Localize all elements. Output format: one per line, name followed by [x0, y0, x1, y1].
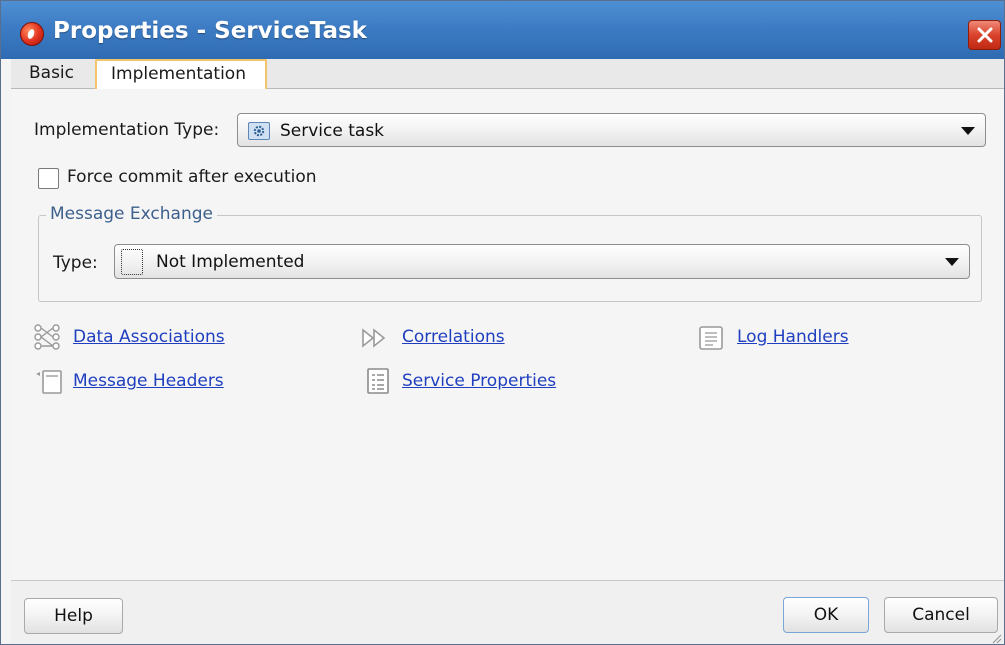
resize-grip-icon[interactable]	[990, 632, 1002, 644]
correlations-link[interactable]: Correlations	[402, 327, 505, 347]
dotted-box-icon	[121, 249, 143, 275]
log-handlers-icon	[699, 326, 723, 350]
log-handlers-link[interactable]: Log Handlers	[737, 327, 849, 347]
correlations-icon	[362, 328, 386, 348]
force-commit-label: Force commit after execution	[67, 167, 317, 187]
data-associations-link[interactable]: Data Associations	[73, 327, 225, 347]
data-associations-icon	[34, 324, 60, 350]
service-properties-icon	[367, 368, 389, 394]
app-icon	[20, 22, 44, 46]
message-type-select[interactable]: Not Implemented	[114, 244, 970, 279]
message-type-label: Type:	[53, 253, 98, 273]
window-title: Properties - ServiceTask	[53, 18, 367, 44]
service-properties-link[interactable]: Service Properties	[402, 371, 556, 391]
implementation-type-label: Implementation Type:	[34, 120, 220, 140]
help-button[interactable]: Help	[24, 598, 123, 634]
gear-icon	[248, 122, 270, 140]
close-icon	[977, 27, 993, 43]
tab-strip: Basic Implementation	[11, 59, 1004, 89]
message-headers-link[interactable]: Message Headers	[73, 371, 224, 391]
cancel-button[interactable]: Cancel	[884, 597, 998, 633]
close-button[interactable]	[968, 20, 1001, 50]
chevron-down-icon	[945, 258, 959, 266]
tab-implementation[interactable]: Implementation	[95, 59, 267, 89]
message-headers-icon	[36, 370, 62, 394]
title-bar[interactable]: Properties - ServiceTask	[1, 1, 1004, 59]
force-commit-checkbox[interactable]	[38, 168, 59, 189]
message-type-value: Not Implemented	[156, 252, 305, 272]
ok-button[interactable]: OK	[783, 597, 869, 633]
implementation-type-value: Service task	[280, 121, 385, 141]
implementation-panel: Implementation Type: Service task Force …	[11, 89, 1004, 580]
implementation-type-select[interactable]: Service task	[237, 113, 986, 147]
chevron-down-icon	[961, 127, 975, 135]
message-exchange-legend: Message Exchange	[46, 204, 217, 224]
properties-dialog: Properties - ServiceTask Basic Implement…	[0, 0, 1005, 645]
tab-basic[interactable]: Basic	[19, 59, 84, 89]
button-bar: Help OK Cancel	[11, 581, 1004, 644]
